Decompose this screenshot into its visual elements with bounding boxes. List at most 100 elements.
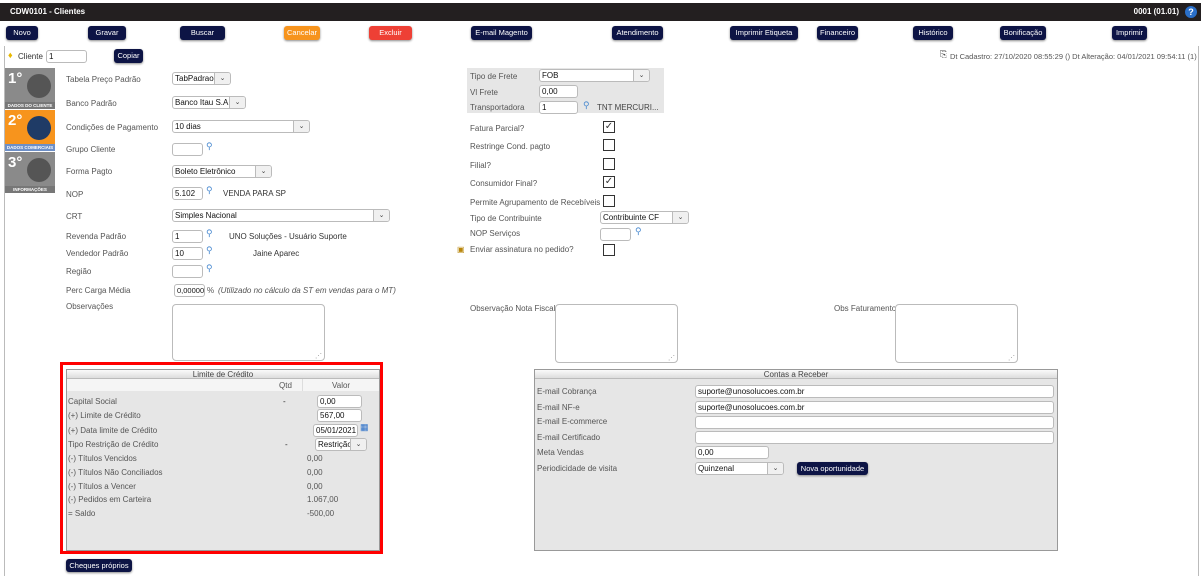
saldo-label: = Saldo [68, 509, 96, 518]
search-icon[interactable]: ⚲ [206, 245, 216, 255]
data-limite-input[interactable]: 05/01/2021 [313, 424, 358, 437]
tipo-restricao-select[interactable]: Restrição ⌄ [315, 438, 367, 451]
carga-input[interactable]: 0,00000 [174, 284, 205, 297]
chevron-down-icon: ⌄ [633, 70, 649, 81]
restringe-checkbox[interactable] [603, 139, 615, 151]
tabela-preco-label: Tabela Preço Padrão [66, 75, 141, 84]
select-value: Simples Nacional [175, 211, 237, 220]
tipo-frete-label: Tipo de Frete [470, 72, 518, 81]
limite-input[interactable]: 567,00 [317, 409, 362, 422]
select-value: 10 dias [175, 122, 201, 131]
titulos-vencidos-value: 0,00 [307, 454, 323, 463]
document-icon: ▣ [457, 245, 465, 254]
search-icon[interactable]: ⚲ [206, 263, 216, 273]
search-icon[interactable]: ⚲ [635, 226, 645, 236]
novo-button[interactable]: Novo [6, 26, 38, 40]
gravar-button[interactable]: Gravar [88, 26, 126, 40]
step-3[interactable]: 3° INFORMAÇÕES [5, 152, 55, 193]
cliente-input[interactable]: 1 [46, 50, 87, 63]
nop-servicos-input[interactable] [600, 228, 631, 241]
regiao-label: Região [66, 267, 92, 276]
titulos-a-vencer-value: 0,00 [307, 482, 323, 491]
grupo-input[interactable] [172, 143, 203, 156]
cond-pagto-select[interactable]: 10 dias ⌄ [172, 120, 310, 133]
assinatura-label: Enviar assinatura no pedido? [470, 245, 574, 254]
capital-qtd: - [283, 397, 286, 406]
banco-select[interactable]: Banco Itau S.A. ⌄ [172, 96, 246, 109]
col-qtd: Qtd [279, 381, 292, 390]
restringe-label: Restringe Cond. pagto [470, 142, 551, 151]
copiar-button[interactable]: Copiar [114, 49, 143, 63]
email-cobranca-label: E-mail Cobrança [537, 387, 597, 396]
observacoes-textarea[interactable] [172, 304, 325, 361]
limite-credito-panel: Limite de Crédito Qtd Valor Capital Soci… [66, 369, 380, 551]
chevron-down-icon: ⌄ [255, 166, 271, 177]
fatura-parcial-label: Fatura Parcial? [470, 124, 525, 133]
regiao-input[interactable] [172, 265, 203, 278]
agrupamento-checkbox[interactable] [603, 195, 615, 207]
assinatura-checkbox[interactable] [603, 244, 615, 256]
tabela-preco-select[interactable]: TabPadrao ⌄ [172, 72, 231, 85]
obs-faturamento-label: Obs Faturamento [834, 304, 897, 313]
email-cobranca-input[interactable]: suporte@unosolucoes.com.br [695, 385, 1054, 398]
email-magento-button[interactable]: E-mail Magento [471, 26, 532, 40]
imprimir-etiqueta-button[interactable]: Imprimir Etiqueta [730, 26, 798, 40]
cancelar-button[interactable]: Cancelar [284, 26, 320, 40]
obs-nf-label: Observação Nota Fiscal [470, 304, 556, 313]
step-1[interactable]: 1° DADOS DO CLIENTE [5, 68, 55, 109]
meta-vendas-input[interactable]: 0,00 [695, 446, 769, 459]
company-code: 0001 (01.01) [1133, 7, 1179, 16]
obs-nf-textarea[interactable] [555, 304, 678, 363]
select-value: Restrição [318, 440, 352, 449]
transportadora-input[interactable]: 1 [539, 101, 578, 114]
pedidos-carteira-value: 1.067,00 [307, 495, 339, 504]
filial-checkbox[interactable] [603, 158, 615, 170]
nova-oportunidade-button[interactable]: Nova oportunidade [797, 462, 868, 475]
right-border [1198, 46, 1199, 576]
search-icon[interactable]: ⚲ [206, 228, 216, 238]
titulos-nao-conciliados-value: 0,00 [307, 468, 323, 477]
capital-input[interactable]: 0,00 [317, 395, 362, 408]
titulos-nao-conciliados-label: (-) Títulos Não Conciliados [68, 468, 163, 477]
periodicidade-select[interactable]: Quinzenal ⌄ [695, 462, 784, 475]
email-nfe-input[interactable]: suporte@unosolucoes.com.br [695, 401, 1054, 414]
vendedor-input[interactable]: 10 [172, 247, 203, 260]
help-icon[interactable]: ? [1185, 6, 1197, 18]
forma-pagto-select[interactable]: Boleto Eletrônico ⌄ [172, 165, 272, 178]
search-icon[interactable]: ⚲ [206, 141, 216, 151]
vl-frete-input[interactable]: 0,00 [539, 85, 578, 98]
search-icon[interactable]: ⚲ [583, 100, 593, 110]
chevron-down-icon: ⌄ [214, 73, 230, 84]
tipo-frete-select[interactable]: FOB ⌄ [539, 69, 650, 82]
step-caption: INFORMAÇÕES [5, 186, 55, 193]
calendar-icon[interactable]: ▦ [360, 422, 369, 433]
cheques-proprios-button[interactable]: Cheques próprios [66, 559, 132, 572]
crt-select[interactable]: Simples Nacional ⌄ [172, 209, 390, 222]
nop-input[interactable]: 5.102 [172, 187, 203, 200]
select-value: TabPadrao [175, 74, 214, 83]
limite-credito-title: Limite de Crédito [67, 370, 379, 379]
imprimir-button[interactable]: Imprimir [1112, 26, 1147, 40]
consumidor-checkbox[interactable]: ✓ [603, 176, 615, 188]
atendimento-button[interactable]: Atendimento [612, 26, 663, 40]
buscar-button[interactable]: Buscar [180, 26, 225, 40]
historico-button[interactable]: Histórico [913, 26, 953, 40]
tipo-contrib-select[interactable]: Contribuinte CF ⌄ [600, 211, 689, 224]
paperclip-icon[interactable]: ⎘ [940, 49, 947, 60]
vl-frete-label: Vl Frete [470, 88, 499, 97]
financeiro-button[interactable]: Financeiro [817, 26, 858, 40]
bonificacao-button[interactable]: Bonificação [1000, 26, 1046, 40]
email-certificado-input[interactable] [695, 431, 1054, 444]
search-icon[interactable]: ⚲ [206, 185, 216, 195]
col-valor: Valor [332, 381, 351, 390]
obs-faturamento-textarea[interactable] [895, 304, 1018, 363]
filial-label: Filial? [470, 161, 491, 170]
excluir-button[interactable]: Excluir [369, 26, 412, 40]
step-2[interactable]: 2° DADOS COMERCIAIS [5, 110, 55, 151]
email-ecommerce-input[interactable] [695, 416, 1054, 429]
vendedor-desc: Jaine Aparec [253, 249, 300, 258]
revenda-input[interactable]: 1 [172, 230, 203, 243]
crt-label: CRT [66, 212, 83, 221]
fatura-parcial-checkbox[interactable]: ✓ [603, 121, 615, 133]
chevron-down-icon: ⌄ [767, 463, 783, 474]
